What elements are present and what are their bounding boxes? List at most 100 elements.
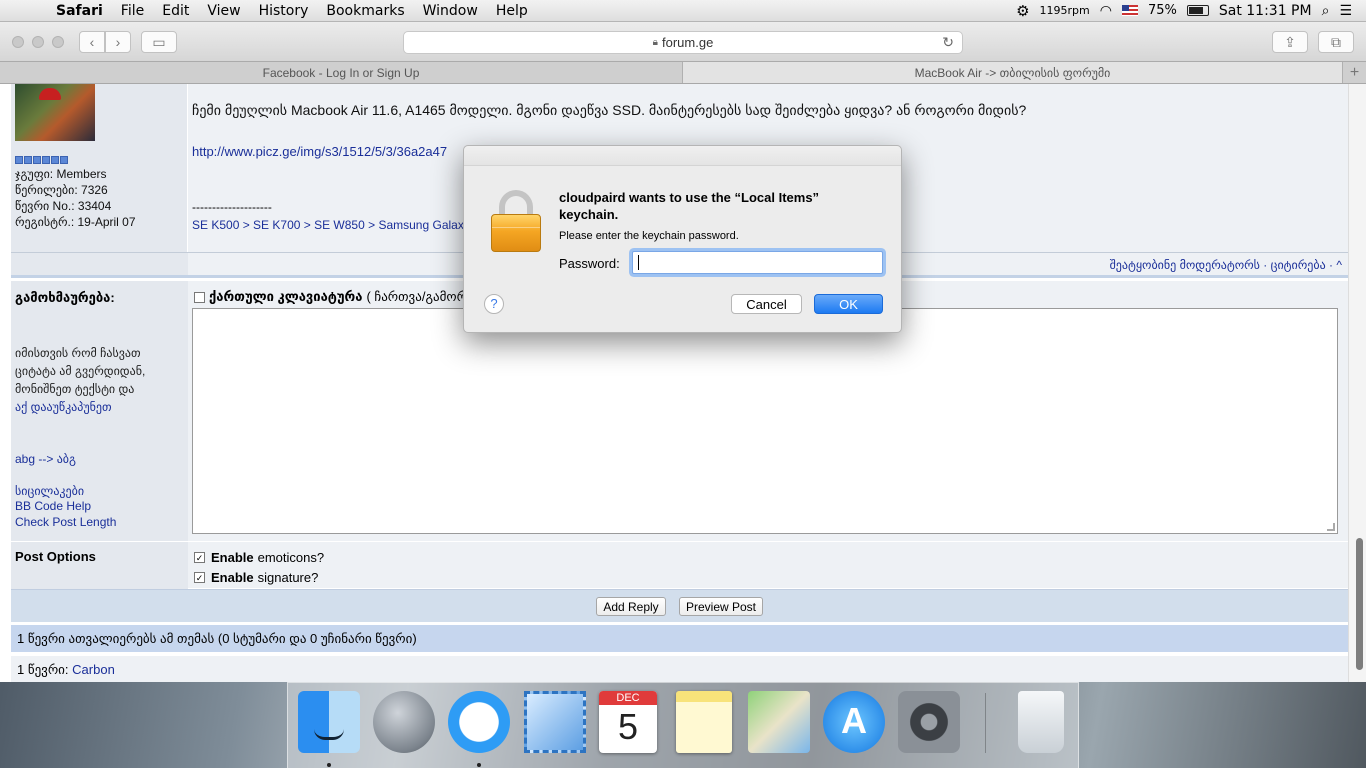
reply-help-panel: გამოხმაურება: იმისთვის რომ ჩასვათ ციტატა… [11,281,188,541]
online-summary: 1 წევრი ათვალიერებს ამ თემას (0 სტუმარი … [11,625,1348,652]
post-options-label: Post Options [15,549,96,564]
georgian-keyboard-label: ქართული კლავიატურა [209,289,363,304]
minimize-window-icon[interactable] [32,36,44,48]
safari-icon[interactable] [448,691,510,753]
post-image-link[interactable]: http://www.picz.ge/img/s3/1512/5/3/36a2a… [192,144,447,159]
menu-bookmarks[interactable]: Bookmarks [317,3,413,19]
georgian-keyboard-checkbox[interactable] [194,291,205,303]
close-window-icon[interactable] [12,36,24,48]
show-tabs-button[interactable]: ⧉ [1318,31,1354,53]
password-label: Password: [559,256,620,271]
sidebar-toggle-button[interactable]: ▭ [141,31,177,53]
menubar: Safari File Edit View History Bookmarks … [0,0,1366,22]
help-line-1: იმისთვის რომ ჩასვათ [15,346,141,360]
quote-click-link[interactable]: აქ დააუწკაპუნეთ [15,400,112,414]
author-registered: რეგისტრ.: 19-April 07 [15,215,136,229]
help-icon[interactable]: ? [484,294,504,314]
tab-facebook[interactable]: Facebook - Log In or Sign Up [0,62,683,83]
menu-history[interactable]: History [250,3,318,19]
password-input[interactable] [632,251,883,274]
author-posts: წერილები: 7326 [15,183,108,197]
safari-toolbar: ‹ › ▭ 🔒︎ forum.ge ↻ ⇪ ⧉ [0,22,1366,62]
dock: DEC 5 A [287,682,1079,768]
dialog-titlebar [464,146,901,166]
menu-view[interactable]: View [198,3,249,19]
resize-grip-icon[interactable] [1327,523,1335,531]
help-line-2: ციტატა ამ გვერდიდან, [15,364,146,378]
finder-running-indicator [327,763,331,767]
dock-separator [985,693,986,753]
launchpad-icon[interactable] [373,691,435,753]
address-bar[interactable]: 🔒︎ forum.ge ↻ [403,31,963,54]
text-caret [638,255,639,270]
tab-forum[interactable]: MacBook Air -> თბილისის ფორუმი [683,62,1343,83]
menu-app-safari[interactable]: Safari [52,3,112,19]
notification-center-icon[interactable]: ☰ [1339,3,1352,19]
author-group: ჯგუფი: Members [15,167,107,181]
keyboard-hint: ( ჩართვა/გამორ [366,289,467,304]
fan-speed[interactable]: 1195rpm [1040,4,1090,17]
lock-icon: 🔒︎ [652,37,658,48]
form-buttons: Add Reply Preview Post [11,589,1348,622]
signature: SE K500 > SE K700 > SE W850 > Samsung Ga… [192,218,464,232]
safari-running-indicator [477,763,481,767]
mail-icon[interactable] [524,691,586,753]
forward-button[interactable]: › [105,31,131,53]
finder-icon[interactable] [298,691,360,753]
tab-bar: Facebook - Log In or Sign Up MacBook Air… [0,62,1366,84]
trash-icon[interactable] [1018,691,1064,753]
ok-button[interactable]: OK [814,294,883,314]
calendar-icon[interactable]: DEC 5 [599,691,657,753]
app-store-icon[interactable]: A [823,691,885,753]
maps-icon[interactable] [748,691,810,753]
share-button[interactable]: ⇪ [1272,31,1308,53]
padlock-icon [491,190,541,252]
avatar[interactable] [15,84,95,141]
fan-icon[interactable]: ⚙ [1016,2,1029,20]
spotlight-icon[interactable]: ⌕ [1322,3,1330,19]
battery-percent[interactable]: 75% [1148,3,1177,18]
smilies-link[interactable]: სიცილაკები [15,484,84,498]
reply-textarea[interactable] [192,308,1338,534]
scrollbar-thumb[interactable] [1356,538,1363,670]
check-post-length-link[interactable]: Check Post Length [15,515,116,529]
add-reply-button[interactable]: Add Reply [596,597,666,616]
signature-checkbox[interactable]: ✓ [194,572,205,583]
cancel-button[interactable]: Cancel [731,294,802,314]
signature-separator: -------------------- [192,200,272,214]
address-url: forum.ge [662,35,714,50]
flag-icon[interactable] [1121,5,1138,16]
author-member-no: წევრი No.: 33404 [15,199,112,213]
wifi-icon[interactable]: ◠ [1100,3,1112,19]
clock[interactable]: Sat 11:31 PM [1219,3,1312,19]
rank-pips [15,156,68,164]
post-body: ჩემი მეუღლის Macbook Air 11.6, A1465 მოდ… [192,102,1027,118]
bbcode-help-link[interactable]: BB Code Help [15,499,91,513]
reload-icon[interactable]: ↻ [942,34,954,51]
menu-help[interactable]: Help [487,3,537,19]
zoom-window-icon[interactable] [52,36,64,48]
keychain-dialog: cloudpaird wants to use the “Local Items… [463,145,902,333]
back-button[interactable]: ‹ [79,31,105,53]
new-tab-icon[interactable]: + [1343,62,1366,83]
notes-icon[interactable] [676,691,732,753]
status-area: ⚙ 1195rpm ◠ 75% Sat 11:31 PM ⌕ ☰ [1016,2,1366,20]
menu-edit[interactable]: Edit [153,3,198,19]
abg-link[interactable]: abg --> აბგ [15,452,76,466]
dialog-message: Please enter the keychain password. [559,230,739,242]
preview-post-button[interactable]: Preview Post [679,597,763,616]
post-action-links[interactable]: შეატყობინე მოდერატორს · ციტირება · ^ [1110,258,1342,272]
enable-signature-option[interactable]: ✓ Enable signature? [194,570,318,585]
menu-window[interactable]: Window [414,3,487,19]
georgian-keyboard-toggle[interactable]: ქართული კლავიატურა ( ჩართვა/გამორ [194,289,467,305]
emoticons-checkbox[interactable]: ✓ [194,552,205,563]
post-author-panel: ჯგუფი: Members წერილები: 7326 წევრი No.:… [11,84,188,252]
post-options: Post Options ✓ Enable emoticons? ✓ Enabl… [11,541,1348,589]
enable-emoticons-option[interactable]: ✓ Enable emoticons? [194,550,324,565]
menu-file[interactable]: File [112,3,153,19]
online-user-link[interactable]: Carbon [72,662,115,677]
dialog-title: cloudpaird wants to use the “Local Items… [559,190,820,222]
system-preferences-icon[interactable] [898,691,960,753]
online-users: 1 წევრი: Carbon [11,656,1348,682]
battery-icon[interactable] [1186,5,1209,16]
